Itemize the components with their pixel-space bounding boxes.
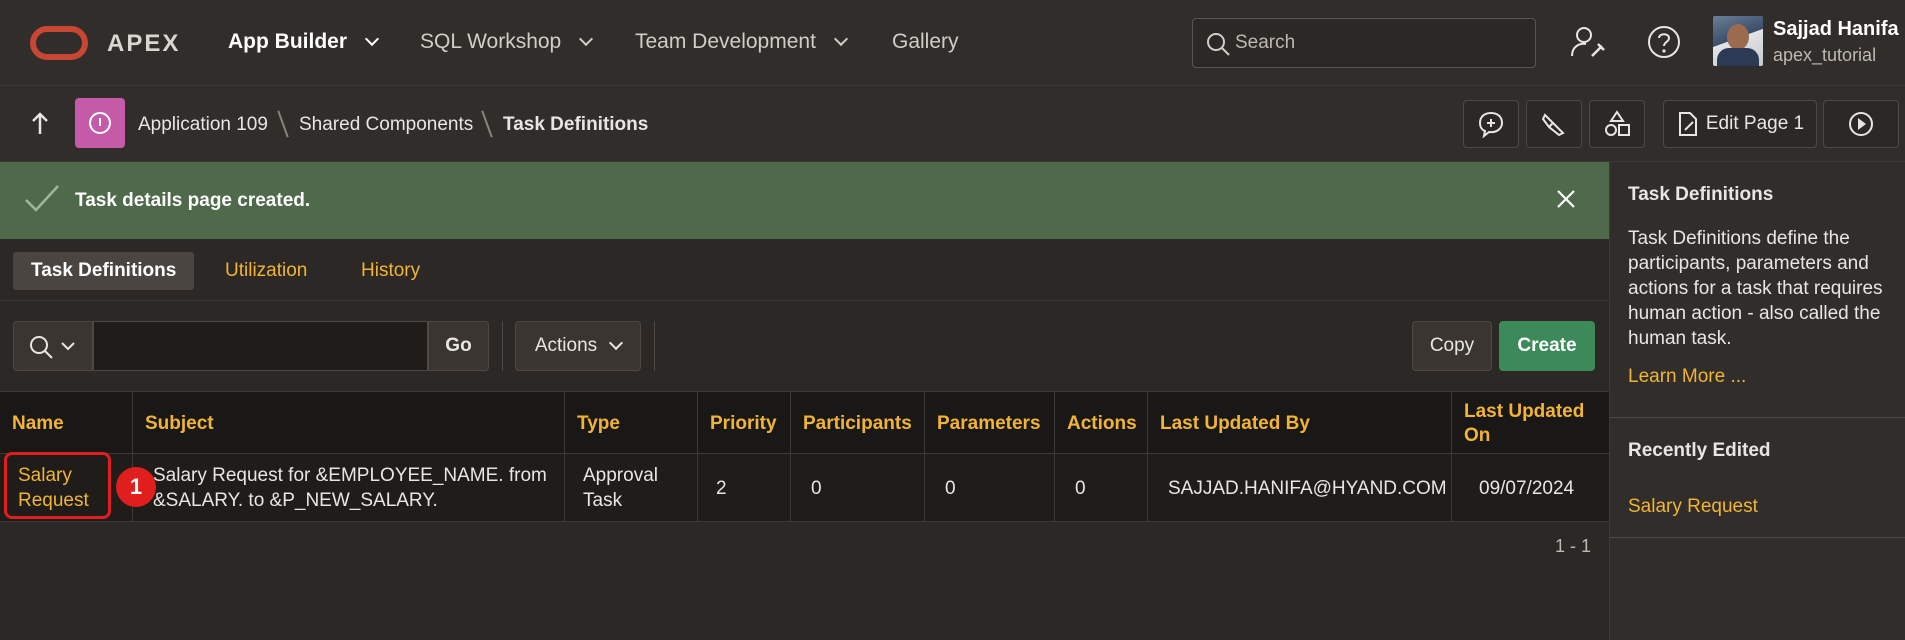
avatar[interactable] [1713, 16, 1763, 66]
alert-message: Task details page created. [75, 190, 311, 211]
cell-type: Approval Task [565, 454, 698, 522]
cell-participants: 0 [791, 454, 925, 522]
global-search[interactable] [1192, 18, 1536, 68]
play-icon [1849, 112, 1873, 136]
developer-toolbar-button[interactable] [1526, 100, 1582, 148]
close-icon[interactable] [1555, 188, 1577, 210]
shapes-icon [1605, 110, 1630, 136]
step-badge: 1 [116, 467, 156, 507]
apex-brand[interactable]: APEX [107, 30, 180, 58]
side-panel-divider [1610, 537, 1905, 538]
checkmark-icon [25, 185, 59, 212]
chevron-down-icon [833, 31, 848, 47]
nav-gallery[interactable]: Gallery [892, 30, 959, 54]
table-header: Name Subject Type Priority Participants … [0, 391, 1609, 455]
side-panel-description: Task Definitions define the participants… [1628, 228, 1883, 349]
side-panel: Task Definitions Task Definitions define… [1609, 162, 1905, 640]
highlight-annotation [4, 452, 111, 519]
top-header: APEX App Builder SQL Workshop Team Devel… [0, 0, 1905, 86]
recently-edited-title: Recently Edited [1628, 440, 1771, 461]
tab-task-definitions[interactable]: Task Definitions [13, 252, 195, 290]
highlighter-icon [1541, 113, 1565, 137]
nav-team-development[interactable]: Team Development [635, 30, 848, 54]
oracle-logo-icon[interactable] [30, 26, 88, 60]
shared-components-button[interactable] [1589, 100, 1645, 148]
toolbar-divider [502, 321, 503, 371]
edit-page-button[interactable]: Edit Page 1 [1663, 100, 1817, 148]
breadcrumb-separator [277, 110, 289, 138]
avatar-face [1727, 24, 1749, 50]
user-workspace: apex_tutorial [1773, 45, 1877, 65]
column-header-subject[interactable]: Subject [133, 392, 565, 455]
administration-icon[interactable] [1568, 22, 1608, 62]
run-page-button[interactable] [1823, 100, 1899, 148]
column-header-actions[interactable]: Actions [1055, 392, 1148, 455]
cell-parameters: 0 [925, 454, 1055, 522]
feedback-button[interactable] [1463, 100, 1519, 148]
learn-more-link[interactable]: Learn More ... [1628, 366, 1746, 388]
tab-utilization[interactable]: Utilization [207, 252, 325, 290]
breadcrumb-application[interactable]: Application 109 [138, 114, 268, 136]
cell-subject: Salary Request for &EMPLOYEE_NAME. from … [133, 454, 565, 522]
arrow-up-icon[interactable] [30, 110, 50, 138]
tab-bar: Task Definitions Utilization History [0, 239, 1609, 301]
nav-app-builder-label: App Builder [228, 30, 347, 53]
recently-edited-item[interactable]: Salary Request [1628, 496, 1758, 518]
help-icon[interactable] [1644, 22, 1684, 62]
application-icon[interactable] [75, 98, 125, 148]
pagination-info: 1 - 1 [1555, 536, 1592, 556]
go-button[interactable]: Go [428, 321, 489, 371]
avatar-suit [1717, 48, 1759, 66]
column-header-type[interactable]: Type [565, 392, 698, 455]
search-icon [30, 336, 75, 359]
nav-gallery-label: Gallery [892, 30, 959, 53]
chevron-down-icon [579, 31, 594, 47]
breadcrumb-current: Task Definitions [503, 114, 649, 135]
search-column-selector[interactable] [13, 321, 93, 371]
success-alert: Task details page created. [0, 162, 1609, 239]
cell-last-updated-by: SAJJAD.HANIFA@HYAND.COM [1148, 454, 1452, 522]
search-icon [1207, 33, 1230, 56]
create-button[interactable]: Create [1499, 321, 1595, 371]
side-panel-divider [1610, 417, 1905, 418]
tab-history[interactable]: History [343, 252, 438, 290]
global-search-input[interactable] [1235, 29, 1525, 57]
column-header-participants[interactable]: Participants [791, 392, 925, 455]
column-header-last-updated-on[interactable]: Last Updated On [1452, 392, 1609, 455]
main-content: Task details page created. Task Definiti… [0, 162, 1609, 640]
nav-team-development-label: Team Development [635, 30, 816, 53]
report-toolbar: Go Actions Copy Create [0, 301, 1609, 393]
chevron-down-icon [609, 335, 624, 351]
column-header-last-updated-by[interactable]: Last Updated By [1148, 392, 1452, 455]
comment-add-icon [1478, 111, 1504, 139]
cell-priority: 2 [698, 454, 791, 522]
table-row: Salary Request Salary Request for &EMPLO… [0, 454, 1609, 522]
actions-label: Actions [534, 335, 598, 356]
cell-actions: 0 [1055, 454, 1148, 522]
side-panel-title: Task Definitions [1628, 184, 1774, 205]
breadcrumb: Application 109 Shared Components Task D… [0, 86, 1905, 162]
edit-page-icon [1678, 112, 1697, 136]
cell-last-updated-on: 09/07/2024 [1479, 477, 1575, 499]
toolbar-divider [654, 321, 655, 371]
column-header-priority[interactable]: Priority [698, 392, 791, 455]
clock-icon [89, 112, 111, 134]
nav-sql-workshop-label: SQL Workshop [420, 30, 562, 53]
breadcrumb-separator [481, 110, 493, 138]
copy-button[interactable]: Copy [1412, 321, 1492, 371]
chevron-down-icon [364, 31, 380, 47]
column-header-parameters[interactable]: Parameters [925, 392, 1055, 455]
user-name[interactable]: Sajjad Hanifa [1773, 18, 1899, 41]
actions-menu-button[interactable]: Actions [515, 321, 641, 371]
edit-page-label: Edit Page 1 [1705, 113, 1805, 134]
breadcrumb-shared-components[interactable]: Shared Components [299, 114, 473, 136]
nav-app-builder[interactable]: App Builder [228, 30, 380, 54]
report-search-input[interactable] [93, 321, 428, 371]
nav-sql-workshop[interactable]: SQL Workshop [420, 30, 594, 54]
column-header-name[interactable]: Name [0, 392, 133, 455]
